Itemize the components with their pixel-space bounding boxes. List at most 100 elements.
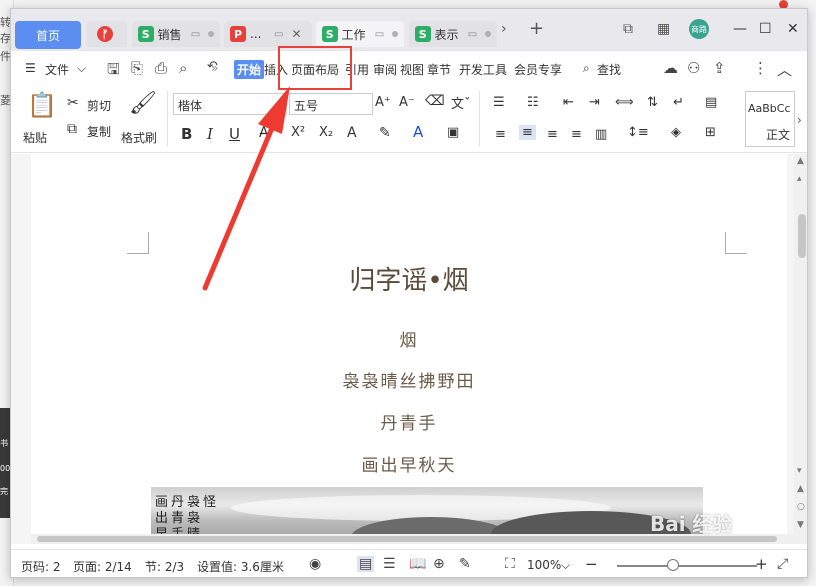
copy-button[interactable]: 复制 <box>87 123 111 140</box>
zoom-slider[interactable] <box>617 565 757 567</box>
more-quick-icon[interactable]: » <box>211 61 218 75</box>
shrink-font-icon[interactable]: A⁻ <box>399 95 415 110</box>
align-center-icon[interactable]: ≡ <box>519 125 536 140</box>
menu-membership[interactable]: 会员专享 <box>514 61 562 78</box>
search-button[interactable]: 查找 <box>597 61 621 78</box>
menu-review[interactable]: 审阅 <box>373 61 397 78</box>
maximize-icon[interactable]: ☐ <box>759 21 772 37</box>
font-color-icon[interactable]: A <box>413 123 423 141</box>
table-toggle-icon[interactable]: ▤ <box>705 95 717 110</box>
superscript-button[interactable]: X² <box>291 125 305 140</box>
menu-developer[interactable]: 开发工具 <box>459 61 507 78</box>
line-spacing-icon[interactable]: ↕≡ <box>627 125 649 140</box>
chinese-layout-icon[interactable]: ⟺ <box>615 95 634 110</box>
outline-view-icon[interactable]: ☰ <box>383 556 396 572</box>
setting-value[interactable]: 设置值: 3.6厘米 <box>197 558 284 575</box>
save-icon[interactable]: 🖫 <box>107 59 120 84</box>
print-icon[interactable]: ⎙ <box>155 59 167 77</box>
section-count[interactable]: 节: 2/3 <box>145 558 184 575</box>
search-icon[interactable]: ⌕ <box>583 61 590 76</box>
more-tabs-icon[interactable]: › <box>501 21 507 37</box>
tab-document-1[interactable]: S 销售 ▭ <box>132 21 220 47</box>
fullscreen-icon[interactable]: ⤢ <box>777 556 788 572</box>
share-icon[interactable]: ⇪ <box>713 59 726 77</box>
zoom-dropdown-icon[interactable]: ⌵ <box>561 558 570 573</box>
scroll-up-icon[interactable]: ▲ <box>797 156 804 166</box>
page-view-icon[interactable]: ▤ <box>357 556 375 572</box>
cut-icon[interactable]: ✂ <box>67 95 79 111</box>
tab-home[interactable]: 首页 <box>15 21 81 49</box>
tab-document-2[interactable]: P ... ▭ ✕ <box>224 21 312 47</box>
reading-view-icon[interactable]: 📖 <box>409 556 426 572</box>
close-tab-icon[interactable]: ✕ <box>291 27 301 41</box>
justify-icon[interactable]: ≡ <box>571 127 582 142</box>
highlight-icon[interactable]: ✎ <box>379 125 391 141</box>
sort-icon[interactable]: ⇅ <box>647 95 658 110</box>
collapse-ribbon-icon[interactable]: ︿ <box>777 59 792 80</box>
numbered-list-icon[interactable]: ☷ <box>527 95 539 110</box>
font-name-select[interactable]: 楷体 <box>173 93 287 115</box>
chevron-right-icon[interactable]: › <box>797 113 802 127</box>
shading-icon[interactable]: ◈ <box>671 125 681 140</box>
select-browse-icon[interactable]: ○ <box>797 502 805 512</box>
page-count[interactable]: 页面: 2/14 <box>73 558 132 575</box>
zoom-level[interactable]: 100% <box>527 558 561 572</box>
export-pdf-icon[interactable]: ⎘ <box>131 59 143 77</box>
preview-icon[interactable]: ⌕ <box>179 59 187 77</box>
window-layout-icon[interactable]: ⧉ <box>623 21 633 37</box>
increase-indent-icon[interactable]: ⇥ <box>589 95 600 110</box>
menu-chapter[interactable]: 章节 <box>427 61 451 78</box>
collaborate-icon[interactable]: ⚇ <box>687 59 700 77</box>
avatar[interactable]: 商路 <box>689 19 709 39</box>
web-view-icon[interactable]: ⊕ <box>433 556 445 572</box>
more-options-icon[interactable]: ⋮ <box>753 59 768 77</box>
menu-home[interactable]: 开始 <box>234 60 265 79</box>
cloud-sync-icon[interactable]: ☁ <box>663 59 678 77</box>
underline-button[interactable]: U <box>229 125 240 143</box>
next-page-icon[interactable]: ▼ <box>797 520 804 530</box>
copy-icon[interactable]: ⧉ <box>67 121 77 137</box>
zoom-slider-handle[interactable] <box>667 559 679 571</box>
bullet-list-icon[interactable]: ☰ <box>493 95 505 110</box>
close-window-icon[interactable]: ✕ <box>787 21 799 37</box>
cut-button[interactable]: 剪切 <box>87 97 111 114</box>
decrease-indent-icon[interactable]: ⇤ <box>563 95 574 110</box>
tab-wps-logo[interactable]: ᚠ <box>87 21 127 47</box>
vertical-scrollbar[interactable]: ▲ ▴ ▾ ▲ ○ ▼ <box>794 154 807 544</box>
document-page[interactable]: 归字谣•烟 烟 袅袅晴丝拂野田 丹青手 画出早秋天 画丹袅怪 出青袅 早手晴 <box>31 154 787 544</box>
hamburger-icon[interactable]: ☰ <box>25 61 36 75</box>
menu-file[interactable]: 文件 <box>45 61 69 78</box>
eye-protection-icon[interactable]: ◉ <box>309 556 321 572</box>
minimize-icon[interactable]: — <box>733 21 747 37</box>
italic-button[interactable]: I <box>207 125 213 143</box>
subscript-button[interactable]: X₂ <box>319 125 333 140</box>
phonetic-icon[interactable]: 文ˇ <box>451 93 471 112</box>
page-code[interactable]: 页码: 2 <box>21 558 61 575</box>
clear-format-icon[interactable]: ⌫ <box>425 93 445 109</box>
bold-button[interactable]: B <box>181 125 192 143</box>
write-view-icon[interactable]: ✎ <box>459 556 471 572</box>
zoom-out-button[interactable]: − <box>585 555 598 573</box>
tab-document-3[interactable]: S 工作 ▭ <box>316 21 404 47</box>
menu-view[interactable]: 视图 <box>400 61 424 78</box>
scroll-up-icon[interactable]: ▴ <box>797 174 802 184</box>
zoom-in-button[interactable]: + <box>755 555 768 573</box>
format-painter-icon[interactable]: 🖌 <box>129 91 157 116</box>
distribute-icon[interactable]: ▥ <box>595 127 607 142</box>
grid-icon[interactable]: ▦ <box>657 21 670 37</box>
text-effect-icon[interactable]: A <box>347 125 357 141</box>
font-size-select[interactable]: 五号 <box>289 93 373 115</box>
paste-button[interactable]: 粘贴 <box>23 129 47 146</box>
style-preview[interactable]: AaBbCc 正文 <box>745 91 795 147</box>
strikethrough-icon[interactable]: A̶ <box>259 125 269 141</box>
align-right-icon[interactable]: ≡ <box>547 127 558 142</box>
add-tab-icon[interactable]: + <box>529 18 544 39</box>
chevron-down-icon[interactable]: ⌵ <box>77 61 86 76</box>
format-painter-button[interactable]: 格式刷 <box>121 129 157 146</box>
prev-page-icon[interactable]: ▲ <box>797 484 804 494</box>
align-left-icon[interactable]: ≡ <box>495 127 506 142</box>
fit-page-icon[interactable]: ⛶ <box>505 556 515 572</box>
char-border-icon[interactable]: ▣ <box>447 125 459 140</box>
scroll-down-icon[interactable]: ▾ <box>797 466 802 476</box>
scrollbar-thumb[interactable] <box>798 214 806 258</box>
